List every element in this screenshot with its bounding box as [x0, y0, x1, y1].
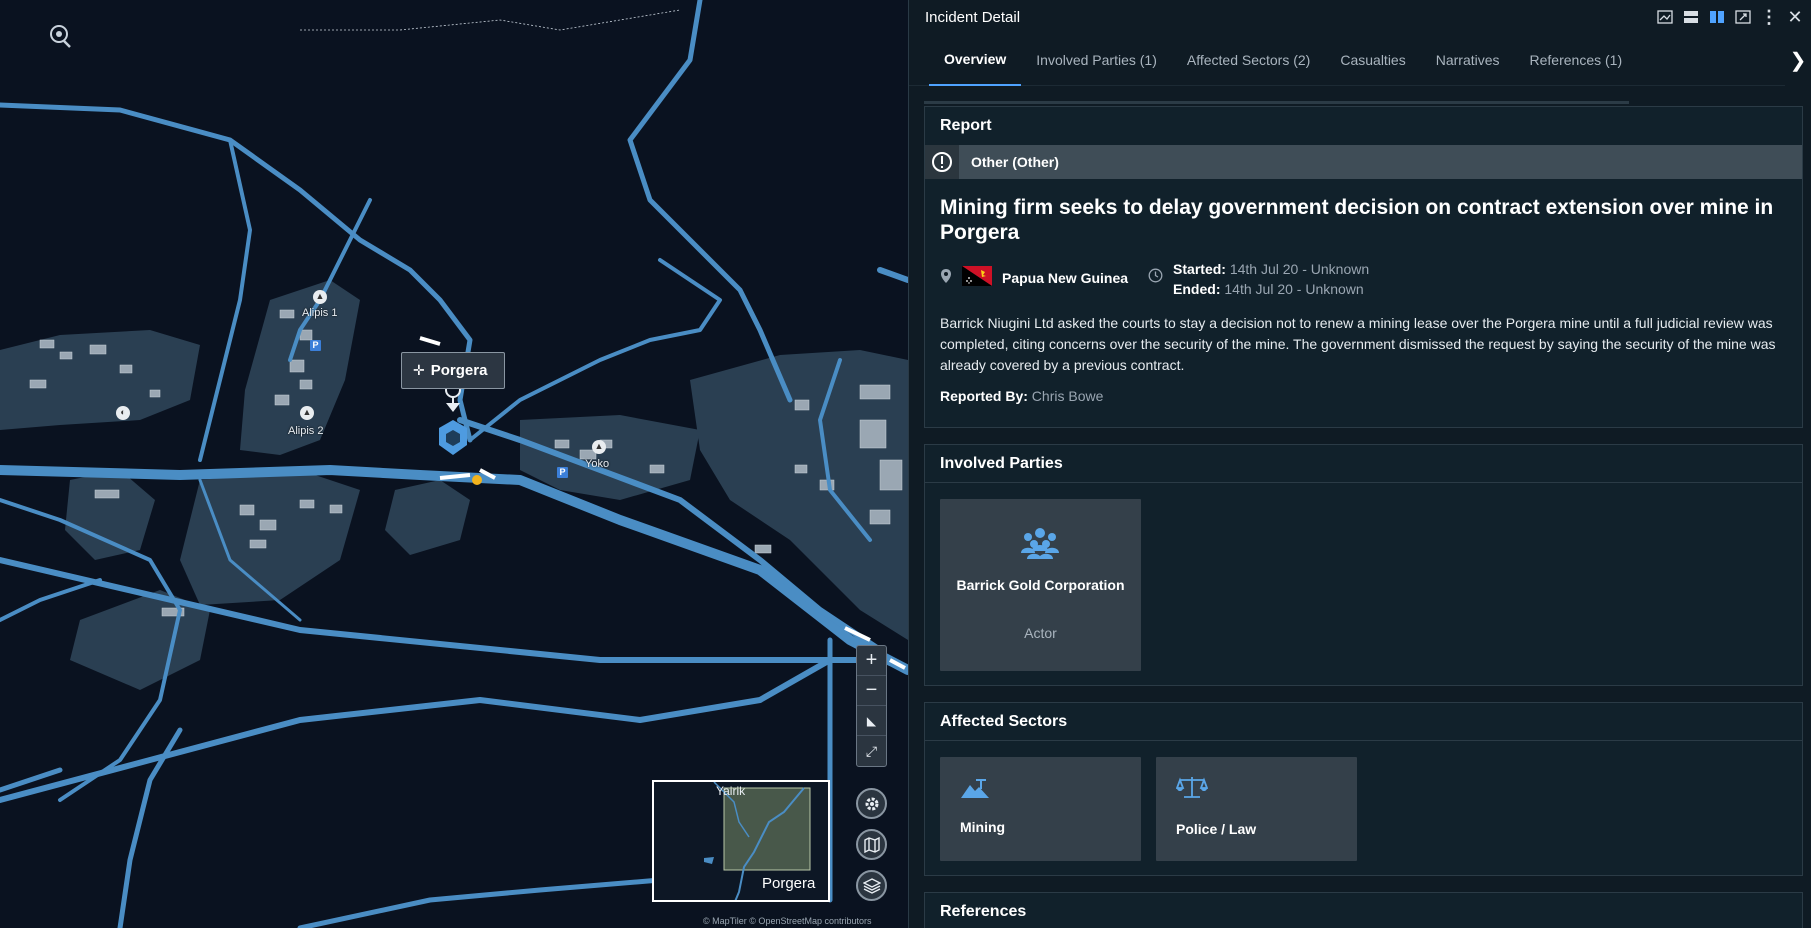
minimap-label: Porgera	[762, 875, 816, 892]
layout-map-icon[interactable]	[1657, 9, 1673, 25]
peak-icon: ▲	[313, 290, 327, 304]
map-style-icon[interactable]	[856, 829, 887, 860]
parking-icon: P	[557, 467, 568, 478]
locate-icon[interactable]	[46, 23, 74, 51]
panel-header: Incident Detail ⋮ ✕	[909, 0, 1811, 34]
report-title: Report	[940, 117, 992, 134]
incident-meta: Papua New Guinea Started: 14th Jul 20 - …	[925, 245, 1802, 299]
sector-tile-police-law[interactable]: Police / Law	[1156, 757, 1357, 861]
references-title: References	[940, 903, 1027, 920]
place-label: Alipis 2	[288, 425, 324, 437]
ended-label: Ended:	[1173, 281, 1221, 297]
sector-tile-mining[interactable]: Mining	[940, 757, 1141, 861]
sector-label: Police / Law	[1176, 821, 1257, 837]
involved-parties-title: Involved Parties	[925, 445, 1802, 483]
fullscreen-icon[interactable]: ⤢	[857, 736, 886, 766]
category-bar: Other (Other)	[925, 145, 1802, 179]
close-icon[interactable]: ✕	[1787, 7, 1803, 27]
affected-sectors-title: Affected Sectors	[925, 703, 1802, 741]
category-label: Other (Other)	[971, 154, 1059, 170]
incident-headline: Mining firm seeks to delay government de…	[940, 196, 1774, 244]
incident-detail-panel: Incident Detail ⋮ ✕ Overview Involved Pa…	[908, 0, 1811, 928]
zoom-out-button[interactable]: −	[857, 676, 886, 706]
place-label: Alipis 1	[302, 307, 338, 319]
layout-split-vertical-icon[interactable]	[1709, 9, 1725, 25]
tooltip-label: Porgera	[430, 362, 488, 379]
country-name: Papua New Guinea	[1002, 269, 1129, 286]
scales-icon	[1175, 775, 1209, 804]
zoom-in-button[interactable]: +	[857, 646, 886, 676]
tab-involved-parties[interactable]: Involved Parties (1)	[1021, 34, 1172, 86]
settings-icon[interactable]	[856, 788, 887, 819]
reported-by-value: Chris Bowe	[1031, 388, 1104, 404]
tab-affected-sectors[interactable]: Affected Sectors (2)	[1172, 34, 1325, 86]
party-name: Barrick Gold Corporation	[956, 577, 1125, 593]
expand-panel-icon[interactable]	[1735, 9, 1751, 25]
tab-casualties[interactable]: Casualties	[1325, 34, 1420, 86]
started-value: 14th Jul 20 - Unknown	[1229, 261, 1370, 277]
involved-parties-card: Involved Parties Barrick Gold Corporatio…	[924, 444, 1803, 686]
tab-narratives[interactable]: Narratives	[1421, 34, 1515, 86]
map-view[interactable]: Alipis 1 Alipis 2 Yoko ▲ ▲ ▲ ◐ P P ✛ Por…	[0, 0, 908, 928]
reported-by-label: Reported By:	[940, 388, 1028, 404]
country-flag-icon	[962, 266, 992, 289]
references-card: References	[924, 892, 1803, 928]
location-pin-icon	[940, 268, 952, 287]
tab-bar: Overview Involved Parties (1) Affected S…	[909, 34, 1811, 86]
panel-title: Incident Detail	[925, 8, 1021, 26]
report-card: Report Other (Other) Mining firm seeks t…	[924, 106, 1803, 428]
group-icon	[1019, 525, 1061, 566]
more-options-icon[interactable]: ⋮	[1760, 7, 1778, 27]
minimap[interactable]: Yairik Porgera	[652, 780, 830, 902]
mining-icon	[960, 777, 990, 804]
layers-icon[interactable]	[856, 870, 887, 901]
chevron-right-icon[interactable]: ❯	[1785, 34, 1811, 86]
reported-by: Reported By: Chris Bowe	[925, 376, 1802, 404]
layout-split-horizontal-icon[interactable]	[1683, 9, 1699, 25]
poi-icon: ◐	[116, 406, 130, 420]
minimap-label: Yairik	[716, 784, 746, 798]
zoom-control: + − ◣ ⤢	[856, 645, 887, 767]
clock-icon	[1148, 268, 1163, 288]
place-label: Yoko	[585, 458, 610, 470]
move-icon: ✛	[413, 362, 425, 378]
party-role: Actor	[1024, 625, 1057, 641]
peak-icon: ▲	[592, 440, 606, 454]
tab-scrollbar[interactable]	[924, 101, 1629, 104]
sector-label: Mining	[960, 819, 1006, 835]
affected-sectors-card: Affected Sectors Mining Police / Law	[924, 702, 1803, 876]
map-tooltip[interactable]: ✛ Porgera	[401, 352, 505, 389]
started-label: Started:	[1173, 261, 1226, 277]
party-tile[interactable]: Barrick Gold Corporation Actor	[940, 499, 1141, 671]
tab-references[interactable]: References (1)	[1515, 34, 1638, 86]
alert-icon	[925, 145, 959, 179]
map-attribution: © MapTiler © OpenStreetMap contributors	[700, 916, 875, 926]
ended-value: 14th Jul 20 - Unknown	[1224, 281, 1364, 297]
peak-icon: ▲	[300, 406, 314, 420]
parking-icon: P	[310, 340, 321, 351]
tab-overview[interactable]: Overview	[929, 34, 1022, 86]
compass-icon[interactable]: ◣	[857, 706, 886, 736]
incident-description: Barrick Niugini Ltd asked the courts to …	[940, 315, 1776, 373]
